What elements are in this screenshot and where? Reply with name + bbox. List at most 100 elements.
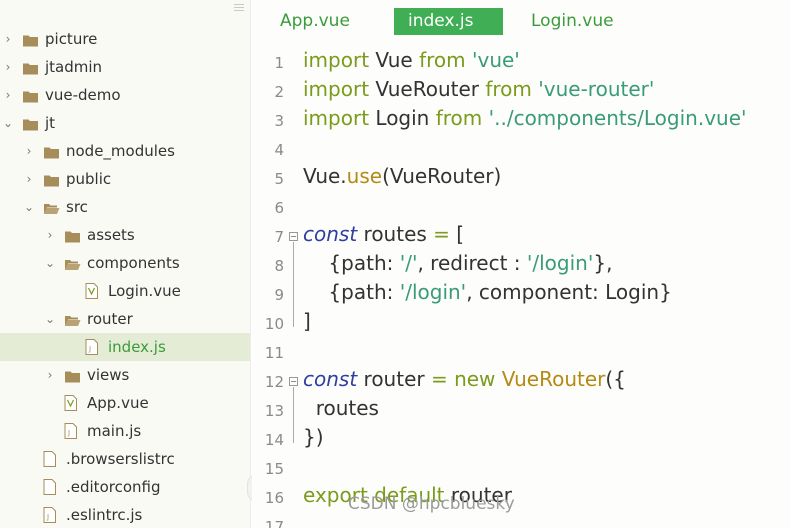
code-line[interactable]: {path: '/login', component: Login}: [303, 280, 672, 304]
tree-item-node-modules[interactable]: › node_modules: [0, 137, 250, 165]
tree-item-label: jtadmin: [45, 58, 103, 76]
tree-item-label: index.js: [108, 338, 166, 356]
fold-guide-line: [293, 242, 294, 327]
file-icon: [43, 451, 56, 467]
code-token-tx: routes: [357, 222, 434, 246]
tree-item-vue-demo[interactable]: › vue-demo: [0, 81, 250, 109]
code-token-kw: import: [303, 106, 370, 130]
code-token-kw: =: [433, 222, 450, 246]
tab-login-vue[interactable]: Login.vue: [531, 8, 621, 35]
tree-item-label: .eslintrc.js: [66, 506, 143, 524]
tree-item-jtadmin[interactable]: › jtadmin: [0, 53, 250, 81]
line-number: 12: [264, 373, 284, 391]
line-number: 9: [274, 286, 284, 304]
line-number: 6: [274, 199, 284, 217]
tree-item-editorconfig[interactable]: .editorconfig: [0, 473, 250, 501]
code-line[interactable]: const router = new VueRouter({: [303, 367, 626, 391]
chevron-right-icon[interactable]: ›: [23, 145, 35, 157]
tree-item-picture[interactable]: › picture: [0, 25, 250, 53]
code-editor[interactable]: App.vue index.js Login.vue 1 2 3 4 5 6 7 8 9 10 11 12…: [252, 0, 790, 528]
chevron-right-icon[interactable]: ›: [2, 33, 14, 45]
code-token-tx: VueRouter: [369, 77, 486, 101]
folder-icon: [64, 229, 80, 243]
fold-collapse-icon[interactable]: −: [289, 377, 298, 386]
tree-item-public[interactable]: › public: [0, 165, 250, 193]
tree-item-eslintrc-js[interactable]: J .eslintrc.js: [0, 501, 250, 528]
code-token-tx: ({: [605, 367, 626, 391]
tree-item-login-vue[interactable]: Login.vue: [0, 277, 250, 305]
code-token-str: '/': [399, 251, 418, 275]
tree-item-router[interactable]: ⌄ router: [0, 305, 250, 333]
tree-item-components[interactable]: ⌄ components: [0, 249, 250, 277]
tree-item-main-js[interactable]: Jmain.js: [0, 417, 250, 445]
code-line[interactable]: }): [303, 425, 324, 449]
code-token-kw: =: [430, 367, 448, 391]
line-number: 4: [274, 141, 284, 159]
code-token-tx: Vue: [369, 48, 420, 72]
code-token-tx: },: [593, 251, 613, 275]
line-number: 11: [264, 344, 284, 362]
js-file-icon: J: [85, 339, 98, 355]
folder-open-icon: [43, 201, 60, 214]
code-token-tx: Vue.: [303, 164, 347, 188]
code-line[interactable]: {path: '/', redirect : '/login'},: [303, 251, 612, 275]
chevron-right-icon[interactable]: ›: [44, 229, 56, 241]
code-token-fn: VueRouter: [501, 367, 606, 391]
code-line[interactable]: Vue.use(VueRouter): [303, 164, 501, 188]
code-token-tx: , component: Login}: [466, 280, 672, 304]
code-token-tx: , redirect :: [417, 251, 527, 275]
code-line[interactable]: routes: [303, 396, 379, 420]
tree-item-label: .browserslistrc: [66, 450, 175, 468]
folder-icon: [43, 173, 59, 187]
tree-item-app-vue[interactable]: App.vue: [0, 389, 250, 417]
tree-item-label: router: [87, 310, 133, 328]
code-line[interactable]: import Vue from 'vue': [303, 48, 520, 72]
tree-item-label: main.js: [87, 422, 142, 440]
line-number: 10: [264, 315, 284, 333]
js-file-icon: J: [43, 507, 56, 523]
chevron-down-icon[interactable]: ⌄: [44, 257, 56, 269]
tree-item-jt[interactable]: ⌄ jt: [0, 109, 250, 137]
tree-item-label: .editorconfig: [66, 478, 161, 496]
line-number: 5: [274, 170, 284, 188]
code-token-kw: new: [454, 367, 496, 391]
code-token-tx: router: [357, 367, 431, 391]
code-token-str: '/login': [526, 251, 594, 275]
tree-item-index-js[interactable]: Jindex.js: [0, 333, 250, 361]
code-line[interactable]: const routes = [: [303, 222, 464, 246]
tab-index-js[interactable]: index.js: [394, 8, 503, 35]
code-line[interactable]: ]: [303, 309, 311, 333]
tree-item-label: vue-demo: [45, 86, 121, 104]
chevron-right-icon[interactable]: ›: [2, 61, 14, 73]
code-line[interactable]: import Login from '../components/Login.v…: [303, 106, 747, 130]
line-number: 13: [264, 402, 284, 420]
chevron-right-icon[interactable]: ›: [44, 369, 56, 381]
line-number: 7: [274, 228, 284, 246]
tree-item-src[interactable]: ⌄ src: [0, 193, 250, 221]
code-token-kw: import: [303, 48, 370, 72]
code-token-str: 'vue': [471, 48, 520, 72]
tree-item-assets[interactable]: › assets: [0, 221, 250, 249]
tree-item-browserslistrc[interactable]: .browserslistrc: [0, 445, 250, 473]
drag-grip-icon[interactable]: [234, 4, 244, 13]
code-token-decl: const: [303, 222, 358, 246]
tab-app-vue[interactable]: App.vue: [280, 8, 360, 35]
folder-open-icon: [64, 257, 81, 270]
chevron-right-icon[interactable]: ›: [23, 173, 35, 185]
tree-item-label: assets: [87, 226, 135, 244]
fold-collapse-icon[interactable]: −: [289, 232, 298, 241]
chevron-down-icon[interactable]: ⌄: [2, 117, 14, 129]
chevron-right-icon[interactable]: ›: [2, 89, 14, 101]
folder-icon: [22, 89, 38, 103]
tree-item-views[interactable]: › views: [0, 361, 250, 389]
chevron-down-icon[interactable]: ⌄: [44, 313, 56, 325]
line-number: 3: [274, 112, 284, 130]
code-line[interactable]: import VueRouter from 'vue-router': [303, 77, 654, 101]
line-number: 1: [274, 54, 284, 72]
code-token-tx: [: [449, 222, 465, 246]
folder-open-icon: [64, 313, 81, 326]
folder-icon: [64, 369, 80, 383]
chevron-down-icon[interactable]: ⌄: [23, 201, 35, 213]
tree-item-label: public: [66, 170, 112, 188]
code-token-tx: routes: [303, 396, 379, 420]
